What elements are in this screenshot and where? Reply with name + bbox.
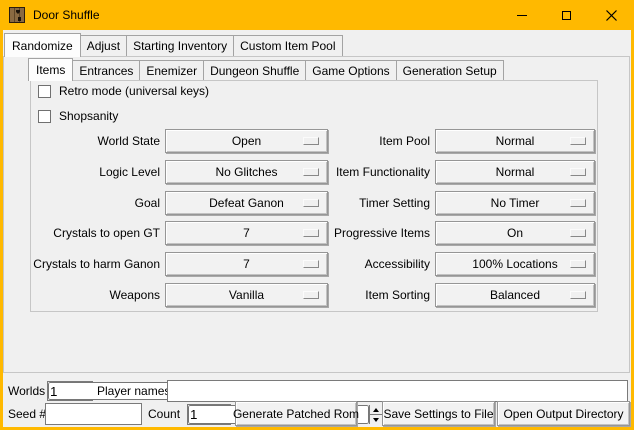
tab-randomize[interactable]: Randomize [4,33,81,57]
shopsanity-checkbox[interactable] [38,110,51,123]
player-names-field-wrap [167,380,628,402]
dropdown-value: No Glitches [215,165,277,179]
close-button[interactable] [589,0,634,30]
player-names-input[interactable] [168,381,627,401]
dropdown-indicator-icon [570,137,586,145]
tab-entrances[interactable]: Entrances [72,60,140,80]
progressive-items-label: Progressive Items [270,221,430,245]
item-sorting-label: Item Sorting [270,283,430,307]
app-window: Door Shuffle Randomize Adjust [0,0,634,430]
dropdown-value: Normal [496,165,535,179]
maximize-button[interactable] [544,0,589,30]
arrow-up-icon [373,408,379,412]
arrow-down-icon [373,418,379,422]
main-tab-bar: Randomize Adjust Starting Inventory Cust… [4,33,342,57]
retro-mode-checkbox[interactable] [38,85,51,98]
progressive-items-dropdown[interactable]: On [435,221,595,245]
shopsanity-row: Shopsanity [38,109,118,123]
tab-items[interactable]: Items [28,58,73,81]
dropdown-value: Open [232,134,261,148]
tab-label: Randomize [12,39,73,53]
goal-label: Goal [30,191,160,215]
seed-input[interactable] [46,404,141,424]
tab-label: Items [36,63,65,77]
tab-label: Enemizer [146,64,197,78]
retro-mode-label: Retro mode (universal keys) [59,84,209,98]
spinner-buttons [369,405,382,424]
dropdown-value: On [507,226,523,240]
tab-starting-inventory[interactable]: Starting Inventory [126,35,234,56]
item-functionality-label: Item Functionality [270,160,430,184]
tab-label: Custom Item Pool [240,39,335,53]
dropdown-value: 7 [243,226,250,240]
tab-label: Dungeon Shuffle [210,64,299,78]
timer-setting-label: Timer Setting [270,191,430,215]
accessibility-dropdown[interactable]: 100% Locations [435,252,595,276]
count-spinner[interactable] [187,404,231,425]
dropdown-value: Normal [496,134,535,148]
dropdown-indicator-icon [570,229,586,237]
save-settings-button[interactable]: Save Settings to File [382,401,495,426]
sub-tab-bar: Items Entrances Enemizer Dungeon Shuffle… [28,58,503,81]
tab-generation-setup[interactable]: Generation Setup [396,60,504,80]
item-sorting-dropdown[interactable]: Balanced [435,283,595,307]
worlds-spinner[interactable] [47,381,93,401]
tab-label: Game Options [312,64,389,78]
count-label: Count [148,403,180,425]
item-pool-dropdown[interactable]: Normal [435,129,595,153]
item-functionality-dropdown[interactable]: Normal [435,160,595,184]
generate-patched-rom-button[interactable]: Generate Patched Rom [235,401,357,426]
crystals-gt-label: Crystals to open GT [30,221,160,245]
dropdown-value: 100% Locations [472,257,557,271]
close-icon [606,10,617,21]
world-state-label: World State [30,129,160,153]
player-names-label: Player names [97,380,170,402]
window-controls [499,0,634,30]
item-pool-label: Item Pool [270,129,430,153]
retro-mode-row: Retro mode (universal keys) [38,84,209,98]
door-app-icon [9,7,25,23]
tab-game-options[interactable]: Game Options [305,60,396,80]
open-output-directory-button[interactable]: Open Output Directory [497,401,630,426]
crystals-ganon-label: Crystals to harm Ganon [30,252,160,276]
tab-label: Adjust [87,39,120,53]
accessibility-label: Accessibility [270,252,430,276]
dropdown-value: 7 [243,257,250,271]
window-body: Randomize Adjust Starting Inventory Cust… [3,30,631,427]
dropdown-value: No Timer [491,196,540,210]
spinner-up-button[interactable] [370,405,382,414]
spinner-down-button[interactable] [370,414,382,424]
dropdown-indicator-icon [570,199,586,207]
tab-adjust[interactable]: Adjust [80,35,127,56]
maximize-icon [562,11,571,20]
dropdown-value: Balanced [490,288,540,302]
dropdown-indicator-icon [570,291,586,299]
shopsanity-label: Shopsanity [59,109,118,123]
titlebar: Door Shuffle [0,0,634,30]
dropdown-value: Vanilla [229,288,264,302]
tab-enemizer[interactable]: Enemizer [139,60,204,80]
dropdown-indicator-icon [570,260,586,268]
tab-custom-item-pool[interactable]: Custom Item Pool [233,35,342,56]
minimize-button[interactable] [499,0,544,30]
logic-level-label: Logic Level [30,160,160,184]
weapons-label: Weapons [30,283,160,307]
timer-setting-dropdown[interactable]: No Timer [435,191,595,215]
tab-dungeon-shuffle[interactable]: Dungeon Shuffle [203,60,306,80]
worlds-label: Worlds [8,380,45,402]
tab-label: Generation Setup [403,64,497,78]
seed-field-wrap [45,403,142,425]
dropdown-indicator-icon [570,168,586,176]
tab-label: Starting Inventory [133,39,227,53]
window-title: Door Shuffle [33,8,100,22]
seed-label: Seed # [8,403,46,425]
minimize-icon [517,15,527,16]
tab-label: Entrances [79,64,133,78]
